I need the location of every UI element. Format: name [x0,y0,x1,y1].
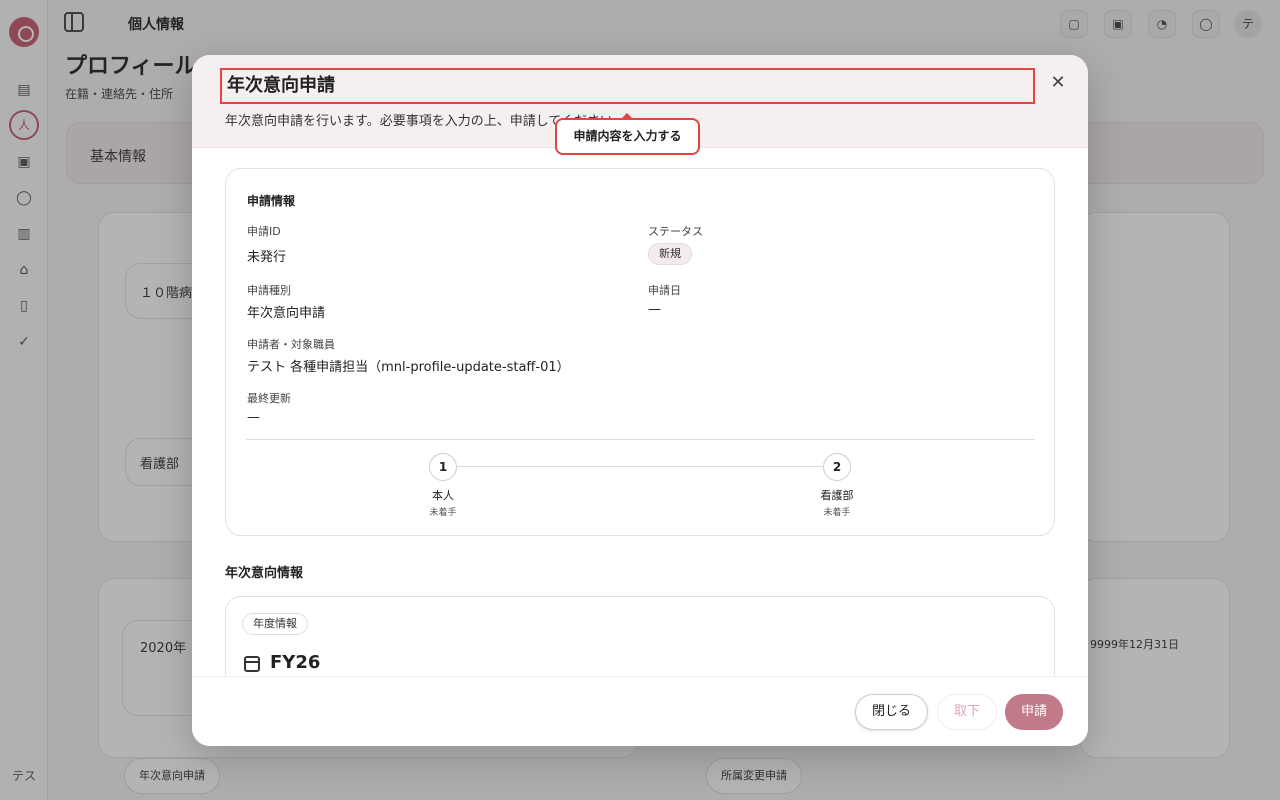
apply-button[interactable]: 申請 [1005,694,1063,730]
status-label: ステータス [648,225,703,238]
close-icon[interactable]: ✕ [1048,73,1068,93]
type-label: 申請種別 [247,284,291,297]
close-button[interactable]: 閉じる [855,694,928,730]
step-2-number: 2 [823,453,851,481]
id-label: 申請ID [247,225,281,238]
step-2-name: 看護部 [820,489,854,502]
application-modal: 年次意向申請 ✕ 年次意向申請を行います。必要事項を入力の上、申請してください。… [192,55,1088,746]
divider [246,439,1035,440]
step-2-status: 未着手 [823,508,851,518]
date-value: — [648,302,661,317]
tooltip: 申請内容を入力する [555,113,700,155]
updated-value: — [247,410,260,425]
applicant-label: 申請者・対象職員 [247,338,335,351]
year-info-chip: 年度情報 [242,613,308,635]
calendar-icon [244,656,260,672]
info-heading: 申請情報 [247,194,296,208]
step-1-number: 1 [429,453,457,481]
modal-title: 年次意向申請 [220,68,1035,104]
modal-footer: 閉じる 取下 申請 [192,676,1088,746]
status-badge: 新規 [648,243,692,265]
section-heading: 年次意向情報 [225,566,304,581]
step-1-status: 未着手 [429,508,457,518]
applicant-value: テスト 各種申請担当（mnl-profile-update-staff-01） [247,360,570,375]
step-connector [443,466,837,467]
withdraw-button[interactable]: 取下 [937,694,997,730]
step-1-name: 本人 [432,489,454,502]
date-label: 申請日 [648,284,681,297]
fiscal-year: FY26 [270,652,321,673]
application-info-card: 申請情報 申請ID 未発行 ステータス 新規 申請種別 年次意向申請 申請日 —… [225,168,1055,536]
updated-label: 最終更新 [247,392,291,405]
id-value: 未発行 [247,250,287,265]
type-value: 年次意向申請 [247,306,326,321]
